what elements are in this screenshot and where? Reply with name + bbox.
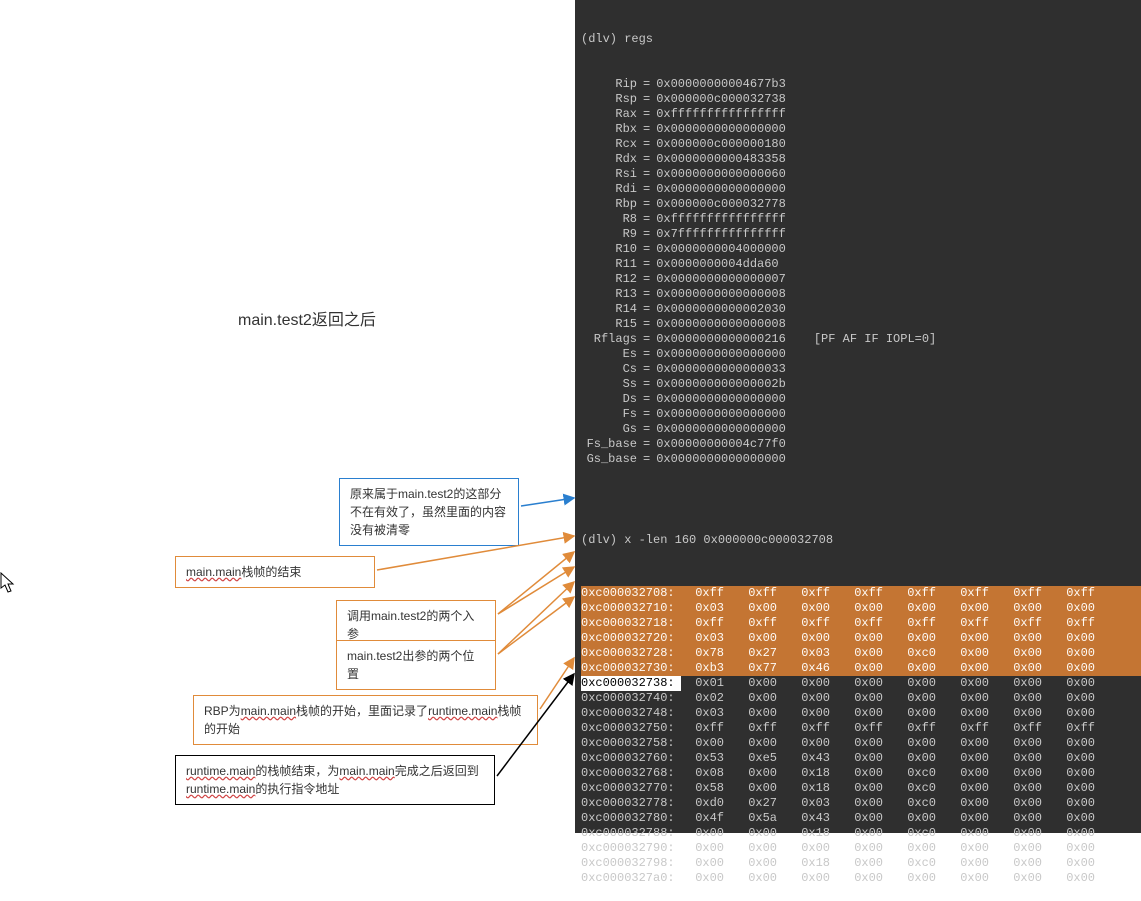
memory-row: 0xc000032720:0x030x000x000x000x000x000x0…	[581, 631, 1141, 646]
register-row: Rdx=0x0000000000483358	[581, 152, 1141, 167]
register-row: R11=0x0000000004dda60	[581, 257, 1141, 272]
register-row: Rbx=0x0000000000000000	[581, 122, 1141, 137]
memory-row: 0xc0000327a0:0x000x000x000x000x000x000x0…	[581, 871, 1141, 886]
memory-row: 0xc000032738:0x010x000x000x000x000x000x0…	[581, 676, 1141, 691]
register-row: R15=0x0000000000000008	[581, 317, 1141, 332]
dlv-prompt-memdump: (dlv) x -len 160 0x000000c000032708	[581, 533, 1141, 548]
mouse-cursor-icon	[0, 572, 16, 599]
memory-row: 0xc000032760:0x530xe50x430x000x000x000x0…	[581, 751, 1141, 766]
register-row: R13=0x0000000000000008	[581, 287, 1141, 302]
register-row: Rsp=0x000000c000032738	[581, 92, 1141, 107]
register-row: R12=0x0000000000000007	[581, 272, 1141, 287]
register-row: Gs_base=0x0000000000000000	[581, 452, 1141, 467]
memory-row: 0xc000032790:0x000x000x000x000x000x000x0…	[581, 841, 1141, 856]
register-row: R9=0x7fffffffffffffff	[581, 227, 1141, 242]
section-title: main.test2返回之后	[238, 306, 376, 330]
register-row: R10=0x0000000004000000	[581, 242, 1141, 257]
memory-row: 0xc000032768:0x080x000x180x000xc00x000x0…	[581, 766, 1141, 781]
memory-row: 0xc000032770:0x580x000x180x000xc00x000x0…	[581, 781, 1141, 796]
memory-row: 0xc000032708:0xff0xff0xff0xff0xff0xff0xf…	[581, 586, 1141, 601]
register-row: Rbp=0x000000c000032778	[581, 197, 1141, 212]
memory-row: 0xc000032788:0x000x000x180x000xc00x000x0…	[581, 826, 1141, 841]
register-row: Rip=0x00000000004677b3	[581, 77, 1141, 92]
register-row: Rsi=0x0000000000000060	[581, 167, 1141, 182]
memory-row: 0xc000032718:0xff0xff0xff0xff0xff0xff0xf…	[581, 616, 1141, 631]
callout-rbp-frame-start: RBP为main.main栈帧的开始，里面记录了runtime.main栈帧的开…	[193, 695, 538, 745]
memory-row: 0xc000032710:0x030x000x000x000x000x000x0…	[581, 601, 1141, 616]
register-row: Fs=0x0000000000000000	[581, 407, 1141, 422]
callout-runtime-return: runtime.main的栈帧结束，为main.main完成之后返回到runti…	[175, 755, 495, 805]
register-row: Rdi=0x0000000000000000	[581, 182, 1141, 197]
memory-dump: 0xc000032708:0xff0xff0xff0xff0xff0xff0xf…	[581, 586, 1141, 886]
memory-row: 0xc000032780:0x4f0x5a0x430x000x000x000x0…	[581, 811, 1141, 826]
memory-row: 0xc000032740:0x020x000x000x000x000x000x0…	[581, 691, 1141, 706]
register-row: R8=0xffffffffffffffff	[581, 212, 1141, 227]
callout-main-frame-end: main.main栈帧的结束	[175, 556, 375, 588]
register-row: Es=0x0000000000000000	[581, 347, 1141, 362]
terminal-output: (dlv) regs Rip=0x00000000004677b3Rsp=0x0…	[575, 0, 1141, 833]
memory-row: 0xc000032748:0x030x000x000x000x000x000x0…	[581, 706, 1141, 721]
callout-invalid-region: 原来属于main.test2的这部分不在有效了，虽然里面的内容没有被清零	[339, 478, 519, 546]
register-row: Fs_base=0x00000000004c77f0	[581, 437, 1141, 452]
register-row: Rax=0xffffffffffffffff	[581, 107, 1141, 122]
register-row: Gs=0x0000000000000000	[581, 422, 1141, 437]
register-row: Ds=0x0000000000000000	[581, 392, 1141, 407]
memory-row: 0xc000032758:0x000x000x000x000x000x000x0…	[581, 736, 1141, 751]
dlv-prompt-regs: (dlv) regs	[581, 32, 1141, 47]
register-row: Cs=0x0000000000000033	[581, 362, 1141, 377]
memory-row: 0xc000032798:0x000x000x180x000xc00x000x0…	[581, 856, 1141, 871]
register-row: R14=0x0000000000002030	[581, 302, 1141, 317]
callout-two-outparams: main.test2出参的两个位置	[336, 640, 496, 690]
memory-row: 0xc000032778:0xd00x270x030x000xc00x000x0…	[581, 796, 1141, 811]
register-row: Rcx=0x000000c000000180	[581, 137, 1141, 152]
memory-row: 0xc000032728:0x780x270x030x000xc00x000x0…	[581, 646, 1141, 661]
memory-row: 0xc000032730:0xb30x770x460x000x000x000x0…	[581, 661, 1141, 676]
register-row: Rflags=0x0000000000000216[PF AF IF IOPL=…	[581, 332, 1141, 347]
register-row: Ss=0x000000000000002b	[581, 377, 1141, 392]
memory-row: 0xc000032750:0xff0xff0xff0xff0xff0xff0xf…	[581, 721, 1141, 736]
registers-list: Rip=0x00000000004677b3Rsp=0x000000c00003…	[581, 77, 1141, 467]
